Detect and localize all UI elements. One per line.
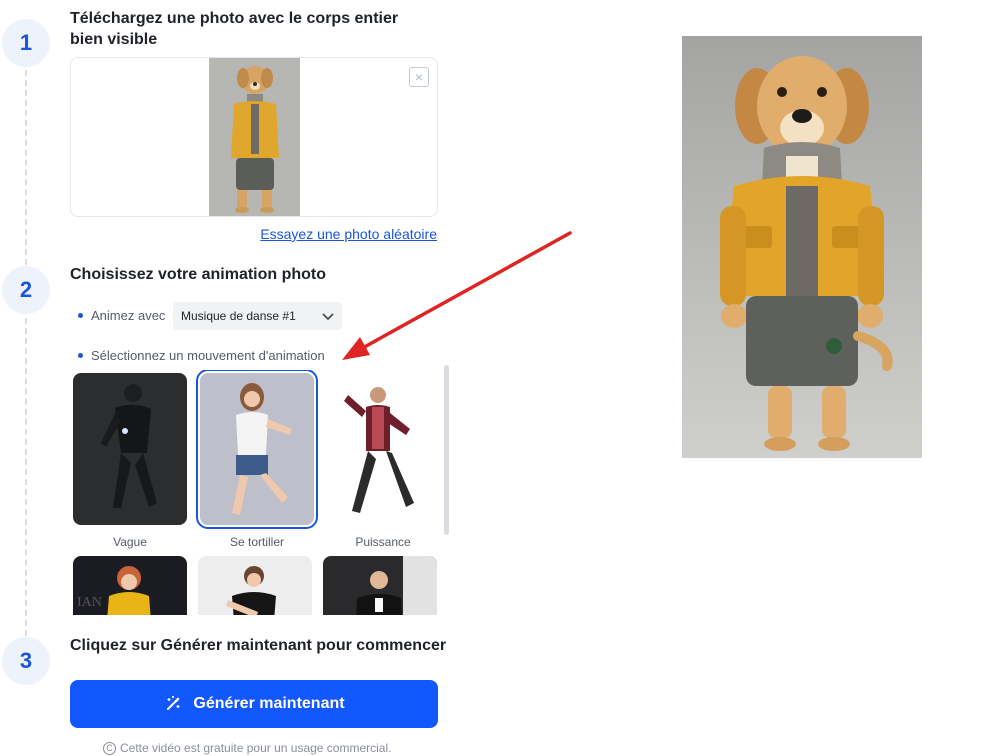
magic-wand-icon: [167, 696, 180, 710]
bullet-icon: [78, 353, 83, 358]
animation-thumbnail: IAN: [73, 556, 187, 615]
step-1-title: Téléchargez une photo avec le corps enti…: [70, 10, 399, 48]
animation-card-se-tortiller[interactable]: Se tortiller: [196, 370, 318, 549]
music-select-value: Musique de danse #1: [181, 309, 296, 323]
figure-thumbnail-icon: [73, 373, 187, 525]
animation-card-label: Puissance: [355, 535, 411, 549]
animation-thumbnail: [198, 556, 312, 615]
animate-with-row: Animez avec: [78, 308, 165, 323]
animation-thumbnail: [196, 370, 318, 529]
animation-card-label: Se tortiller: [229, 535, 285, 549]
step-connector: [25, 318, 27, 636]
remove-photo-icon[interactable]: ×: [409, 67, 429, 87]
step-connector: [25, 70, 27, 265]
animation-thumbnail: [323, 556, 437, 615]
bullet-icon: [78, 313, 83, 318]
copyright-icon: C: [103, 741, 116, 755]
uploaded-photo-thumbnail: [209, 58, 300, 216]
step-number: 2: [19, 277, 33, 302]
figure-thumbnail-icon: [323, 556, 437, 615]
animation-card[interactable]: [323, 556, 437, 615]
figure-thumbnail-icon: IAN: [73, 556, 187, 615]
step-1-badge: 1: [2, 19, 50, 67]
step-2-title: Choisissez votre animation photo: [70, 266, 327, 283]
upload-dropzone[interactable]: ×: [70, 57, 438, 217]
generate-now-label: Générer maintenant: [193, 695, 345, 712]
commercial-use-note: C Cette vidéo est gratuite pour un usage…: [103, 741, 391, 755]
animation-thumbnail: [73, 373, 187, 525]
animation-thumbnail: [326, 373, 440, 525]
commercial-use-text: Cette vidéo est gratuite pour un usage c…: [120, 741, 392, 755]
animate-with-label: Animez avec: [91, 308, 166, 323]
animation-grid-scrollbar[interactable]: [444, 365, 449, 535]
generate-now-button[interactable]: Générer maintenant: [70, 680, 438, 728]
music-select[interactable]: Musique de danse #1: [173, 302, 342, 330]
select-movement-label: Sélectionnez un mouvement d'animation: [91, 348, 325, 363]
animation-grid: Vague Se tortiller Puissance IAN: [70, 370, 450, 615]
red-arrow-annotation: [342, 231, 572, 360]
animation-card[interactable]: IAN: [73, 556, 187, 615]
figure-thumbnail-icon: [200, 373, 314, 525]
animation-card-vague[interactable]: Vague: [73, 373, 187, 549]
step-number: 3: [19, 648, 33, 673]
step-2-badge: 2: [2, 266, 50, 314]
uploaded-photo-preview: [682, 36, 922, 458]
animation-card-label: Vague: [113, 535, 147, 549]
step-number: 1: [19, 30, 33, 55]
step-3-badge: 3: [2, 637, 50, 685]
step-3-title: Cliquez sur Générer maintenant pour comm…: [70, 637, 447, 654]
select-movement-row: Sélectionnez un mouvement d'animation: [78, 348, 325, 363]
animation-card-puissance[interactable]: Puissance: [326, 373, 440, 549]
figure-thumbnail-icon: [326, 373, 440, 525]
figure-thumbnail-icon: [198, 556, 312, 615]
svg-text:IAN: IAN: [77, 595, 102, 610]
animation-card[interactable]: [198, 556, 312, 615]
